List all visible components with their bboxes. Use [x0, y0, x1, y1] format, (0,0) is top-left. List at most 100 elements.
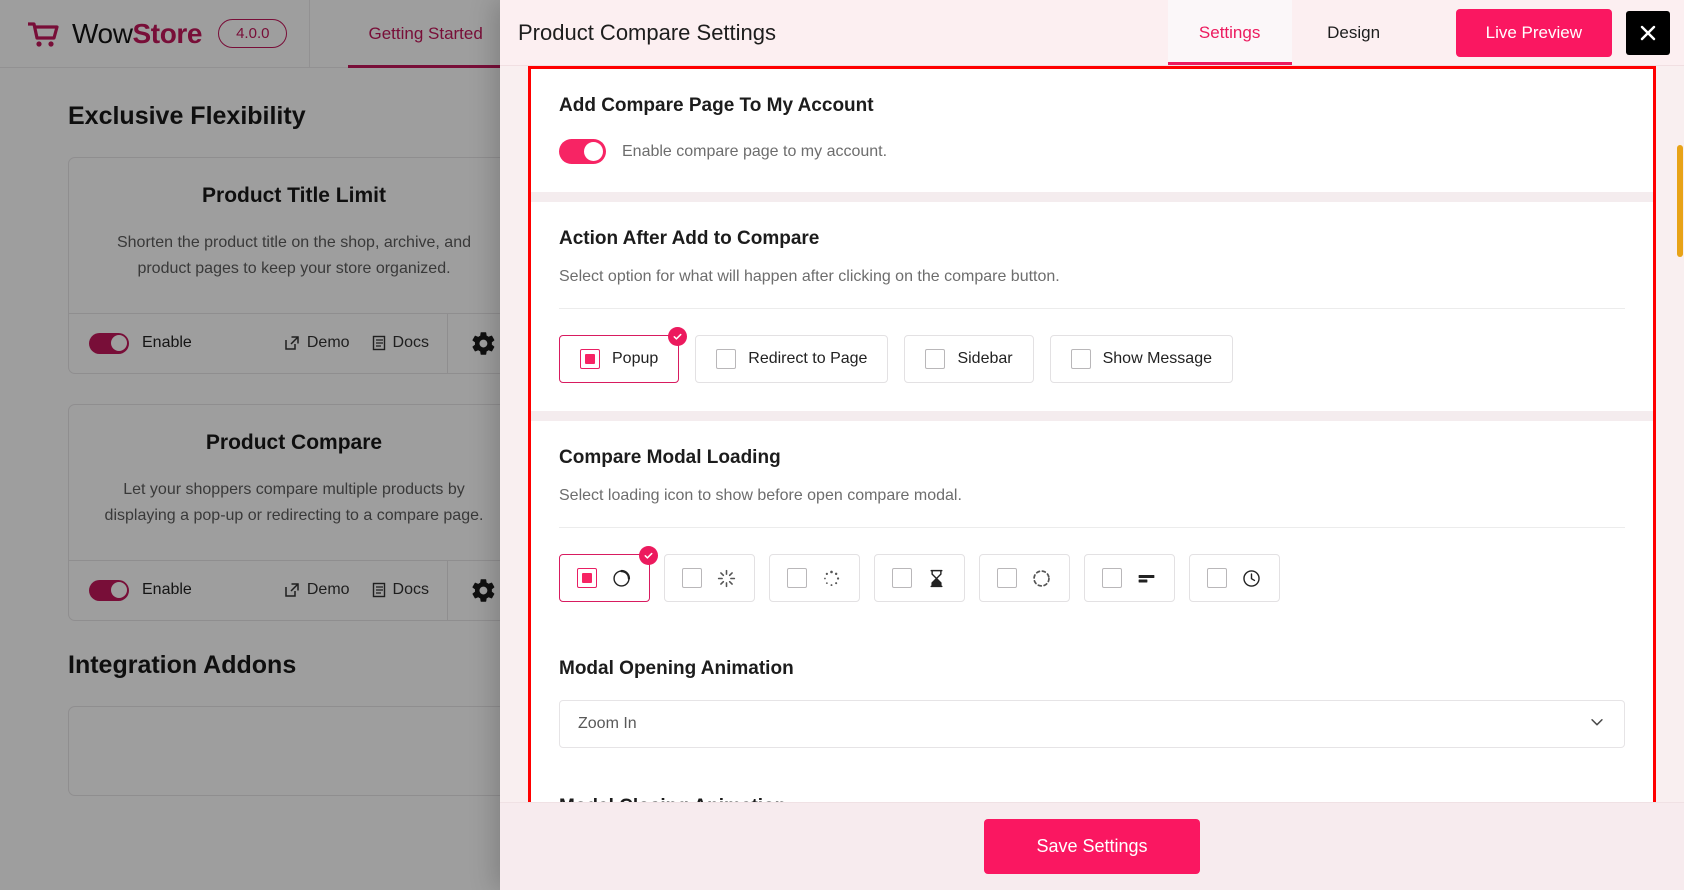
option-label: Sidebar: [957, 350, 1013, 367]
wowstore-cart-icon: [26, 20, 60, 48]
feature-docs-label: Docs: [392, 581, 429, 599]
tab-settings[interactable]: Settings: [1167, 0, 1292, 65]
feature-enable-label: Enable: [142, 334, 192, 352]
loading-option-dashed-circle[interactable]: [979, 554, 1070, 602]
modal-header-actions: Live Preview: [1416, 0, 1684, 65]
feature-card-title: Product Compare: [205, 430, 383, 454]
feature-docs-link[interactable]: Docs: [372, 581, 429, 599]
selected-check-icon: [668, 327, 688, 346]
chevron-down-icon: [1588, 713, 1606, 736]
external-link-icon: [285, 583, 299, 597]
checkbox-icon[interactable]: [716, 349, 737, 369]
option-show-message[interactable]: Show Message: [1049, 335, 1233, 383]
feature-card-footer: Enable Demo Docs: [69, 559, 519, 620]
action-options: Popup Redirect to Page Sidebar Show Mess…: [559, 327, 1625, 383]
loading-option-dots-circle[interactable]: [769, 554, 860, 602]
section-description: Select option for what will happen after…: [559, 268, 1060, 285]
gear-icon: [472, 578, 495, 602]
feature-enable-label: Enable: [142, 581, 192, 599]
checkbox-icon[interactable]: [1207, 568, 1227, 588]
document-icon: [372, 336, 385, 351]
field-label-opening-animation: Modal Opening Animation: [559, 658, 794, 679]
product-compare-settings-modal: Product Compare Settings Settings Design…: [500, 0, 1684, 890]
page-scrollbar[interactable]: [1676, 0, 1684, 890]
version-badge: 4.0.0: [218, 19, 288, 48]
brand-name-part1: Wow: [72, 17, 133, 49]
option-label: Popup: [612, 350, 659, 367]
feature-card-body: Product Title Limit Shorten the product …: [69, 158, 519, 313]
checkbox-icon[interactable]: [1102, 568, 1122, 588]
feature-links: Demo Docs: [284, 334, 447, 352]
checkbox-icon[interactable]: [1070, 349, 1091, 369]
checkbox-icon[interactable]: [925, 349, 946, 369]
modal-title: Product Compare Settings: [518, 19, 777, 45]
brand-name: WowStore: [72, 18, 202, 50]
feature-enable-toggle[interactable]: [89, 332, 129, 354]
loading-option-spinner-ring[interactable]: [559, 546, 658, 602]
external-link-icon: [285, 336, 299, 351]
spinner-ring-icon: [610, 567, 632, 589]
spinner-hourglass-icon: [925, 567, 947, 589]
close-icon[interactable]: [1626, 10, 1670, 55]
checkbox-icon[interactable]: [787, 568, 807, 588]
account-toggle-row: Enable compare page to my account.: [559, 139, 1625, 164]
live-preview-button[interactable]: Live Preview: [1455, 8, 1612, 57]
modal-content-wrapper: Add Compare Page To My Account Enable co…: [500, 66, 1684, 890]
section-add-compare-page: Add Compare Page To My Account Enable co…: [531, 69, 1653, 192]
modal-header: Product Compare Settings Settings Design…: [500, 0, 1684, 66]
loading-option-clock[interactable]: [1189, 554, 1280, 602]
section-action-after-compare: Action After Add to Compare Select optio…: [531, 202, 1653, 411]
feature-card-title: Product Title Limit: [202, 184, 386, 207]
section-title: Compare Modal Loading: [559, 447, 781, 468]
spinner-bars-icon: [1135, 567, 1157, 589]
selected-check-icon: [639, 546, 658, 565]
option-popup[interactable]: Popup: [559, 327, 688, 383]
tab-design[interactable]: Design: [1292, 0, 1416, 65]
save-settings-button[interactable]: Save Settings: [984, 819, 1200, 874]
nav-tab-getting-started[interactable]: Getting Started: [348, 0, 504, 68]
option-label: Show Message: [1102, 350, 1212, 367]
feature-card-product-compare: Product Compare Let your shoppers compar…: [68, 403, 520, 621]
section-description: Select loading icon to show before open …: [559, 487, 962, 504]
feature-demo-label: Demo: [306, 581, 350, 599]
page-scrollbar-thumb[interactable]: [1677, 145, 1683, 257]
spinner-clock-icon: [1240, 567, 1262, 589]
spinner-dashed-circle-icon: [1030, 567, 1052, 589]
feature-card-body: Product Compare Let your shoppers compar…: [69, 405, 519, 560]
section-title: Action After Add to Compare: [559, 228, 820, 249]
feature-enable-group[interactable]: Enable: [69, 579, 284, 601]
feature-demo-link[interactable]: Demo: [284, 581, 350, 599]
checkbox-icon[interactable]: [892, 568, 912, 588]
loading-icon-options: [559, 546, 1625, 602]
feature-enable-toggle[interactable]: [89, 579, 129, 601]
feature-demo-link[interactable]: Demo: [284, 334, 350, 352]
checkbox-icon[interactable]: [580, 349, 600, 369]
feature-docs-label: Docs: [392, 334, 429, 352]
feature-card-desc: Let your shoppers compare multiple produ…: [104, 480, 484, 525]
spinner-rays-icon: [715, 567, 737, 589]
feature-card-product-title-limit: Product Title Limit Shorten the product …: [68, 157, 520, 374]
feature-demo-label: Demo: [306, 334, 350, 352]
checkbox-icon[interactable]: [682, 568, 702, 588]
loading-option-bars[interactable]: [1084, 554, 1175, 602]
modal-tabs: Settings Design: [1167, 0, 1416, 65]
gear-icon: [472, 332, 495, 355]
opening-animation-select[interactable]: Zoom In: [559, 700, 1625, 748]
enable-compare-page-toggle[interactable]: [559, 139, 606, 164]
feature-card-footer: Enable Demo Docs: [69, 312, 519, 373]
feature-card-partial: [68, 705, 520, 796]
section-compare-modal-loading: Compare Modal Loading Select loading ico…: [531, 421, 1653, 630]
checkbox-icon[interactable]: [577, 568, 597, 588]
loading-option-spinner-rays[interactable]: [664, 554, 755, 602]
option-redirect-to-page[interactable]: Redirect to Page: [695, 335, 889, 383]
settings-scroll-area[interactable]: Add Compare Page To My Account Enable co…: [531, 69, 1653, 865]
opening-animation-value: Zoom In: [578, 715, 637, 732]
feature-enable-group[interactable]: Enable: [69, 332, 284, 354]
feature-links: Demo Docs: [284, 581, 447, 599]
checkbox-icon[interactable]: [997, 568, 1017, 588]
section-modal-opening-animation: Modal Opening Animation Zoom In: [531, 630, 1653, 776]
feature-docs-link[interactable]: Docs: [372, 334, 429, 352]
loading-option-hourglass[interactable]: [874, 554, 965, 602]
option-sidebar[interactable]: Sidebar: [904, 335, 1034, 383]
document-icon: [372, 582, 385, 598]
